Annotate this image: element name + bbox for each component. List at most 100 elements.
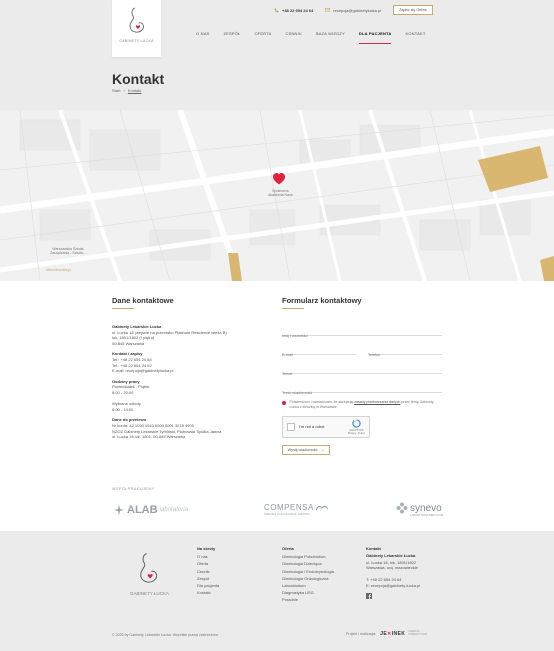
message-textarea[interactable] <box>282 387 442 399</box>
contact-email[interactable]: E-mail: recepcja@gabinetylucka.pl <box>112 368 262 374</box>
nav-item-dla-pacjenta[interactable]: DLA PACJENTA <box>358 31 392 44</box>
partner-alab-logo[interactable]: ALAB laboratoria <box>113 504 188 516</box>
envelope-icon <box>325 8 331 12</box>
footer-link[interactable]: O nas <box>197 553 219 560</box>
nav-item-o-nas[interactable]: O NAS <box>196 31 209 40</box>
phone-input[interactable] <box>368 349 442 361</box>
subject-input[interactable] <box>282 368 442 380</box>
footer-link[interactable]: Dla pacjenta <box>197 582 219 589</box>
email-field-wrapper <box>282 343 356 361</box>
compensa-sub: VIENNA INSURANCE GROUP <box>264 512 310 516</box>
pregnancy-logo-icon <box>140 553 158 583</box>
footer-email[interactable]: E: recepcja@gabinety-lucka.pl <box>366 583 420 589</box>
map-school-label: Warszawska Szkoła Zarządzania - Szkoła..… <box>50 247 86 255</box>
consent-text-part: Potwierdzam i oświadczam, że akceptuję <box>289 400 355 404</box>
copyright: © 2020 by Gabinety Lekarskie Łucka. Wsze… <box>112 633 219 637</box>
contact-form: Potwierdzam i oświadczam, że akceptuję z… <box>282 324 442 455</box>
phone-field-wrapper <box>368 343 442 361</box>
site-logo[interactable]: GABINETY ŁUCKA <box>112 0 161 57</box>
transfer-line: ul. Łucka 18 lok. 1801, 00-845 Warszawa <box>112 434 186 440</box>
compensa-bird-icon <box>315 505 328 511</box>
facebook-icon[interactable] <box>366 593 372 600</box>
footer-link[interactable]: Diagnostyka USG <box>282 589 334 596</box>
footer-address-2: Warszawa, woj. mazowieckie <box>366 565 418 571</box>
synevo-name: synevo <box>410 502 442 514</box>
phone-icon <box>274 8 279 12</box>
footer-link[interactable]: Poradnie <box>282 596 334 603</box>
footer-contact: Kontakt Gabinety Lekarskie Łucka ul. Łuc… <box>366 545 420 601</box>
footer-link[interactable]: Ginekologia Onkologiczna <box>282 575 334 582</box>
email-input[interactable] <box>282 349 356 361</box>
footer-link[interactable]: Laboratorium <box>282 582 334 589</box>
footer-logo-text: GABINETY ŁUCKA <box>130 591 169 596</box>
footer-link[interactable]: Ginekologia i Endokrynologia <box>282 568 334 575</box>
partner-compensa-logo[interactable]: COMPENSA VIENNA INSURANCE GROUP <box>264 503 328 516</box>
send-message-button[interactable]: Wyślij wiadomość → <box>282 444 330 455</box>
compensa-name: COMPENSA <box>264 503 314 512</box>
synevo-row: synevo <box>396 502 442 514</box>
site-header: GABINETY ŁUCKA +48 22 654 24 64 recepcja… <box>0 0 554 110</box>
pregnancy-logo-icon <box>129 7 144 33</box>
agency-tag: AGENCJA INTERAKTYWNA <box>408 630 428 636</box>
privacy-policy-link[interactable]: zasady przetwarzania danych <box>354 400 400 404</box>
footer-link[interactable]: Ginekologia Dziecięca <box>282 560 334 567</box>
hours-line: 8:00 - 14:00 <box>112 406 134 412</box>
realization-label: Projekt i realizacja: <box>346 632 377 636</box>
partner-synevo-logo[interactable]: synevo LABORATORIA MEDYCZNE <box>396 502 443 517</box>
footer-link[interactable]: Oferta <box>197 560 219 567</box>
message-field-wrapper <box>282 381 442 399</box>
footer-col-title: Kontakt <box>366 546 381 551</box>
phone-number: +48 22 654 24 64 <box>282 7 314 13</box>
nav-item-kontakt[interactable]: KONTAKT <box>405 31 425 40</box>
breadcrumb-start[interactable]: Start <box>112 88 120 93</box>
map-heart-pin-icon[interactable] <box>272 172 286 186</box>
site-footer <box>0 531 554 651</box>
footer-offer: Oferta Ginekologia Położnictwo Ginekolog… <box>282 545 334 604</box>
name-input[interactable] <box>282 330 442 342</box>
contact-details: Gabinety Lekarskie Łucka ul. Łucka 18 (w… <box>112 324 262 445</box>
consent-text: Potwierdzam i oświadczam, że akceptuję z… <box>290 400 443 410</box>
footer-col-title: Na skróty <box>197 546 216 551</box>
agency-name-b: INEK <box>391 631 406 637</box>
logo-text: GABINETY ŁUCKA <box>119 39 154 43</box>
synevo-flower-icon <box>396 502 408 514</box>
footer-link[interactable]: Kontakt <box>197 589 219 596</box>
breadcrumb: Start › Kontakt <box>112 88 141 93</box>
alab-icon <box>114 505 124 515</box>
footer-logo[interactable]: GABINETY ŁUCKA <box>130 551 169 596</box>
top-contact-bar: +48 22 654 24 64 recepcja@gabinetylucka.… <box>274 5 433 15</box>
footer-link[interactable]: Zespół <box>197 575 219 582</box>
footer-col-title: Oferta <box>282 546 294 551</box>
recaptcha-checkbox[interactable] <box>287 422 295 431</box>
consent-row: Potwierdzam i oświadczam, że akceptuję z… <box>282 400 442 410</box>
phone-link[interactable]: +48 22 654 24 64 <box>274 8 313 13</box>
footer-link[interactable]: Cennik <box>197 568 219 575</box>
recaptcha-widget: I'm not a robot reCAPTCHA Privacy - Term… <box>282 415 370 438</box>
location-map[interactable]: Społeczna Akademia Nauk Warszawska Szkoł… <box>0 110 554 281</box>
recaptcha-sub: Privacy - Terms <box>347 431 365 435</box>
subject-field-wrapper <box>282 362 442 380</box>
arrow-right-icon: → <box>320 447 325 452</box>
recaptcha-icon <box>352 418 361 428</box>
alab-sub: laboratoria <box>159 507 188 513</box>
nav-item-cennik[interactable]: CENNIK <box>286 31 302 40</box>
nav-item-oferta[interactable]: OFERTA <box>254 31 271 40</box>
map-poi-label: Społeczna Akademia Nauk <box>268 189 293 197</box>
page-title: Kontakt <box>112 71 165 87</box>
contact-form-title: Formularz kontaktowy <box>282 296 362 309</box>
footer-link[interactable]: Ginekologia Położnictwo <box>282 553 334 560</box>
address-line: 00-845 Warszawa <box>112 340 145 346</box>
alab-name: ALAB <box>127 504 158 516</box>
email-address: recepcja@gabinetylucka.pl <box>333 7 382 13</box>
email-link[interactable]: recepcja@gabinetylucka.pl <box>325 8 381 13</box>
breadcrumb-current[interactable]: Kontakt <box>128 88 142 93</box>
nav-item-zespol[interactable]: ZESPÓŁ <box>223 31 240 40</box>
agency-logo[interactable]: JE✕INEK <box>380 631 405 637</box>
footer-shortcuts: Na skróty O nas Oferta Cennik Zespół Dla… <box>197 545 219 596</box>
footer-company: Gabinety Lekarskie Łucka <box>366 553 416 559</box>
contact-details-title: Dane kontaktowe <box>112 296 174 309</box>
consent-checkbox[interactable] <box>282 401 286 405</box>
book-online-button[interactable]: Zapisz się Online <box>393 5 433 15</box>
nav-item-baza-wiedzy[interactable]: BAZA WIEDZY <box>316 31 345 40</box>
email-phone-row <box>282 343 442 362</box>
